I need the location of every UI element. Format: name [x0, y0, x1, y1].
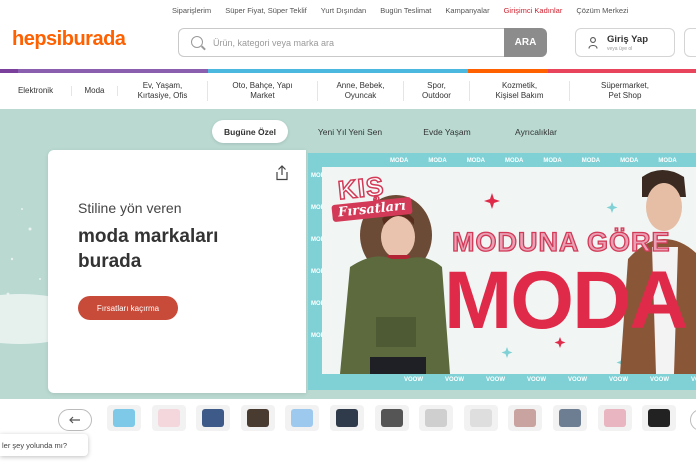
- top-link[interactable]: Bugün Teslimat: [380, 6, 431, 15]
- thumbnail-image: [157, 409, 180, 427]
- cart-button[interactable]: [684, 28, 696, 57]
- carousel-thumbnail[interactable]: [196, 405, 231, 431]
- thumbnail-image: [202, 409, 225, 427]
- banner-pattern-word: VOOW: [404, 377, 423, 383]
- banner-pattern-word: VOOW: [650, 377, 669, 383]
- banner-pattern-top: MODAMODAMODAMODAMODAMODAMODAMODAMODA: [390, 158, 696, 164]
- banner-pattern-word: VOOW: [568, 377, 587, 383]
- top-link[interactable]: Süper Fiyat, Süper Teklif: [225, 6, 307, 15]
- carousel-thumbnail[interactable]: [597, 405, 632, 431]
- top-links: Siparişlerim Süper Fiyat, Süper Teklif Yur…: [172, 6, 642, 15]
- search-icon: [191, 36, 203, 48]
- thumbnail-image: [648, 409, 671, 427]
- banner-pattern-word: MODA: [428, 158, 447, 164]
- search-input[interactable]: Ürün, kategori veya marka ara: [178, 28, 504, 57]
- login-subtitle: veya üye ol: [607, 46, 633, 52]
- banner-pattern-word: MODA: [581, 158, 601, 164]
- top-link[interactable]: Siparişlerim: [172, 6, 211, 15]
- feedback-tooltip[interactable]: ler şey yolunda mı?: [0, 434, 88, 456]
- hero-tab[interactable]: Ayrıcalıklar: [500, 120, 572, 143]
- category-item[interactable]: Oto, Bahçe, Yapı Market: [208, 81, 318, 101]
- search-button[interactable]: ARA: [504, 28, 547, 57]
- banner-pattern-word: MODA: [658, 158, 677, 164]
- category-item[interactable]: Ev, Yaşam, Kırtasiye, Ofis: [118, 81, 208, 101]
- carousel-prev-button[interactable]: [58, 409, 92, 431]
- thumbnail-image: [559, 409, 581, 427]
- hero-line2: moda markaları burada: [78, 226, 219, 272]
- category-item[interactable]: Anne, Bebek, Oyuncak: [318, 81, 404, 101]
- carousel-thumbnail[interactable]: [285, 405, 320, 431]
- category-nav: Elektronik Moda Ev, Yaşam, Kırtasiye, Ofis…: [0, 73, 696, 109]
- banner-pattern-word: MODA: [505, 158, 524, 164]
- top-link[interactable]: Kampanyalar: [445, 6, 489, 15]
- carousel-thumbnail[interactable]: [330, 405, 364, 431]
- thumbnail-image: [603, 409, 626, 427]
- banner-pattern-word: MODA: [620, 158, 639, 164]
- carousel-thumbnail[interactable]: [151, 405, 186, 431]
- carousel-thumbnail[interactable]: [642, 405, 677, 431]
- thumbnail-image: [514, 409, 537, 427]
- carousel-thumbnail[interactable]: [107, 405, 141, 431]
- banner-pattern-word: VOOW: [691, 377, 696, 383]
- hero-tabs: Bugüne Özel Yeni Yıl Yeni Sen Evde Yaşam Ay…: [0, 120, 696, 144]
- banner-pattern-word: MODA: [543, 158, 562, 164]
- hero-tab[interactable]: Bugüne Özel: [212, 120, 288, 143]
- login-title: Giriş Yap: [607, 34, 649, 45]
- thumbnail-image: [336, 409, 358, 427]
- carousel-thumbnail[interactable]: [240, 405, 275, 431]
- thumbnail-image: [113, 409, 135, 427]
- share-icon[interactable]: [275, 165, 289, 181]
- hero-cta-button[interactable]: Fırsatları kaçırma: [78, 296, 178, 320]
- hero-line1: Stiline yön veren: [78, 200, 182, 216]
- arrow-left-icon: [69, 416, 80, 424]
- hero-tab[interactable]: Evde Yaşam: [410, 120, 484, 143]
- banner-pattern-word: VOOW: [445, 377, 464, 383]
- logo[interactable]: hepsiburada: [12, 28, 126, 51]
- hero-banner[interactable]: MODA MODA MODA MODA MODA MODA MODA MODA MODA MOD…: [308, 153, 696, 390]
- category-item[interactable]: Kozmetik, Kişisel Bakım: [470, 81, 570, 101]
- carousel-next-button[interactable]: [690, 409, 696, 431]
- banner-pattern-word: MODA: [466, 158, 486, 164]
- search-placeholder: Ürün, kategori veya marka ara: [213, 38, 335, 48]
- carousel-thumbnail[interactable]: [463, 405, 498, 431]
- banner-pattern-bottom: VOOWVOOWVOOWVOOWVOOWVOOWVOOWVOOWVOOW: [404, 377, 696, 383]
- category-item[interactable]: Elektronik: [0, 86, 72, 96]
- login-button[interactable]: Giriş Yap veya üye ol: [575, 28, 675, 57]
- banner-headline-top: MODUNA GÖRE: [451, 226, 671, 257]
- thumbnail-image: [469, 409, 492, 427]
- thumbnail-image: [291, 409, 314, 427]
- banner-pattern-word: VOOW: [527, 377, 546, 383]
- top-link[interactable]: Çözüm Merkezi: [576, 6, 628, 15]
- category-item[interactable]: Spor, Outdoor: [404, 81, 470, 101]
- banner-headline-main: MODA: [444, 255, 689, 346]
- thumbnail-image: [425, 409, 448, 427]
- banner-pattern-word: VOOW: [609, 377, 628, 383]
- model-woman-figure: [340, 195, 450, 374]
- carousel-thumbnail[interactable]: [419, 405, 454, 431]
- banner-inner: KIŞ Fırsatları MODUNA GÖRE MODA: [322, 167, 696, 374]
- carousel-thumbnail[interactable]: [553, 405, 587, 431]
- top-link[interactable]: Yurt Dışından: [321, 6, 366, 15]
- category-item[interactable]: Süpermarket, Pet Shop: [570, 81, 680, 101]
- banner-pattern-word: VOOW: [486, 377, 505, 383]
- hero-tab[interactable]: Yeni Yıl Yeni Sen: [304, 120, 396, 143]
- category-item[interactable]: Moda: [72, 86, 118, 96]
- carousel-thumbnail[interactable]: [374, 405, 409, 431]
- user-icon: [588, 37, 598, 49]
- hero-card: Stiline yön veren moda markaları burada …: [48, 150, 306, 393]
- thumbnail-image: [380, 409, 403, 427]
- thumbnail-image: [246, 409, 269, 427]
- top-link[interactable]: Girişimci Kadınlar: [504, 6, 563, 15]
- carousel-thumbnail[interactable]: [508, 405, 543, 431]
- banner-pattern-word: MODA: [390, 158, 409, 164]
